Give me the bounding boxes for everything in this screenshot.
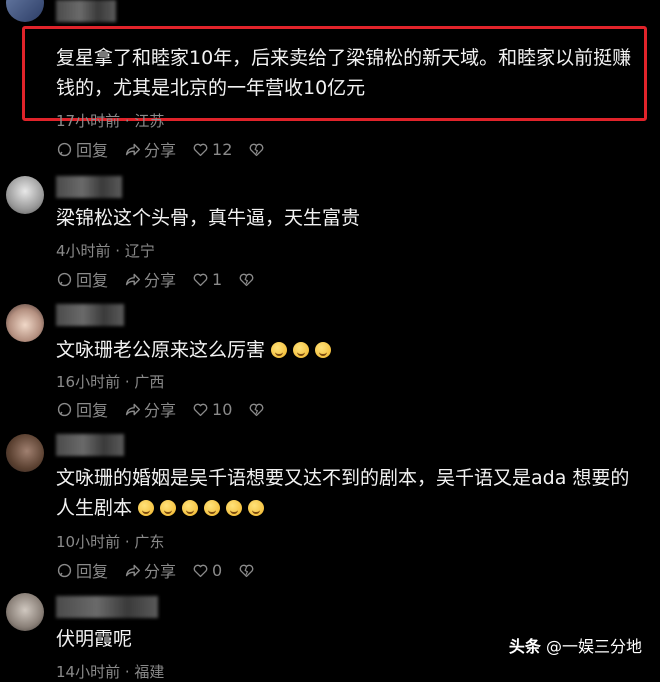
comment-text: 梁锦松这个头骨，真牛逼，天生富贵 (56, 207, 361, 229)
avatar[interactable] (6, 0, 44, 22)
watermark-brand: 头条 (508, 637, 541, 656)
comment-meta: 17小时前 · 江苏 (56, 112, 165, 130)
dislike-button[interactable] (248, 141, 268, 158)
emoji-icon (138, 500, 155, 516)
comment-actions: 回复 分享 10 (56, 397, 284, 421)
share-icon (125, 143, 140, 155)
like-button[interactable]: 1 (192, 270, 222, 289)
broken-heart-icon (249, 403, 264, 416)
emoji-icon (248, 500, 265, 516)
reply-button[interactable]: 回复 (56, 267, 108, 291)
comment-text: 文咏珊的婚姻是吴千语想要又达不到的剧本，吴千语又是ada 想要的人生剧本 (56, 467, 630, 519)
reply-icon (57, 272, 72, 286)
heart-icon (193, 403, 208, 416)
username[interactable] (56, 176, 122, 198)
like-button[interactable]: 12 (192, 140, 232, 159)
share-button[interactable]: 分享 (124, 267, 176, 291)
dislike-button[interactable] (248, 401, 268, 418)
watermark-account: @一娱三分地 (545, 637, 642, 656)
heart-icon (193, 564, 208, 577)
username[interactable] (56, 304, 124, 326)
share-icon (125, 273, 140, 285)
comment-text: 复星拿了和睦家10年，后来卖给了梁锦松的新天域。和睦家以前挺赚钱的，尤其是北京的… (56, 47, 632, 99)
watermark: 头条 @一娱三分地 (509, 633, 642, 657)
username[interactable] (56, 596, 158, 618)
avatar[interactable] (6, 593, 44, 631)
like-button[interactable]: 0 (192, 561, 222, 580)
comment-actions: 回复 分享 12 (56, 137, 284, 161)
broken-heart-icon (239, 273, 254, 286)
emoji-icon (226, 500, 243, 516)
emoji-icon (271, 342, 288, 358)
reply-icon (57, 142, 72, 156)
reply-button[interactable]: 回复 (56, 558, 108, 582)
broken-heart-icon (239, 564, 254, 577)
avatar[interactable] (6, 434, 44, 472)
reply-icon (57, 402, 72, 416)
emoji-icon (315, 342, 332, 358)
reply-button[interactable]: 回复 (56, 397, 108, 421)
like-button[interactable]: 10 (192, 400, 232, 419)
emoji-icon (160, 500, 177, 516)
share-button[interactable]: 分享 (124, 137, 176, 161)
comment-text: 文咏珊老公原来这么厉害 (56, 335, 646, 365)
comment-meta: 10小时前 · 广东 (56, 533, 165, 551)
username[interactable] (56, 434, 124, 456)
reply-icon (57, 563, 72, 577)
dislike-button[interactable] (238, 562, 258, 579)
avatar[interactable] (6, 304, 44, 342)
emoji-icon (204, 500, 221, 516)
heart-icon (193, 143, 208, 156)
comment-meta: 4小时前 · 辽宁 (56, 242, 155, 260)
reply-button[interactable]: 回复 (56, 137, 108, 161)
comment-meta: 16小时前 · 广西 (56, 373, 165, 391)
dislike-button[interactable] (238, 271, 258, 288)
comment-actions: 回复 分享 1 (56, 267, 274, 291)
emoji-icon (293, 342, 310, 358)
avatar[interactable] (6, 176, 44, 214)
username[interactable] (56, 0, 116, 22)
share-icon (125, 403, 140, 415)
heart-icon (193, 273, 208, 286)
share-icon (125, 564, 140, 576)
comment-meta: 14小时前 · 福建 (56, 663, 165, 681)
emoji-icon (182, 500, 199, 516)
broken-heart-icon (249, 143, 264, 156)
share-button[interactable]: 分享 (124, 558, 176, 582)
comment-actions: 回复 分享 0 (56, 558, 274, 582)
share-button[interactable]: 分享 (124, 397, 176, 421)
